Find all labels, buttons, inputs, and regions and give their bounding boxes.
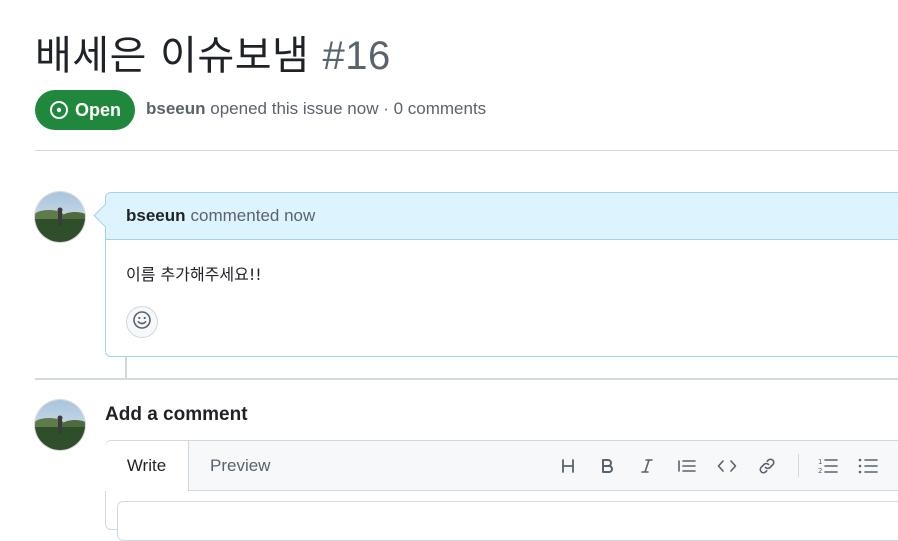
comment-header: bseeun commented now [106, 193, 898, 240]
issue-author-link[interactable]: bseeun [146, 99, 206, 118]
comment-textarea[interactable] [117, 501, 898, 541]
issue-meta-text: opened this issue now · 0 comments [210, 99, 487, 118]
tab-preview[interactable]: Preview [210, 441, 270, 490]
tab-write[interactable]: Write [105, 441, 189, 491]
heading-icon[interactable] [555, 453, 581, 479]
quote-icon[interactable] [674, 453, 700, 479]
bold-icon[interactable] [594, 453, 620, 479]
issue-opened-icon [49, 100, 69, 120]
header-divider [35, 150, 898, 151]
code-icon[interactable] [714, 453, 740, 479]
add-comment-heading: Add a comment [105, 404, 248, 425]
svg-text:2: 2 [818, 467, 822, 475]
comment-author-link[interactable]: bseeun [126, 206, 186, 226]
ordered-list-icon[interactable]: 12 [815, 453, 841, 479]
issue-meta: bseeun opened this issue now · 0 comment… [146, 99, 486, 119]
editor-header: Write Preview 12 [105, 441, 898, 491]
timeline-divider [35, 378, 898, 380]
comment-body: 이름 추가해주세요!! [126, 265, 262, 284]
comment-time[interactable]: commented now [191, 206, 316, 226]
issue-state-label: Open [74, 99, 121, 120]
issue-title: 배세은 이슈보냄 #16 [35, 30, 391, 82]
unordered-list-icon[interactable] [855, 453, 881, 479]
timeline-line [125, 357, 127, 378]
avatar[interactable] [35, 192, 85, 242]
italic-icon[interactable] [634, 453, 660, 479]
comment-editor: Write Preview 12 [105, 440, 898, 541]
svg-text:1: 1 [818, 458, 822, 466]
smiley-icon [132, 310, 152, 335]
link-icon[interactable] [754, 453, 780, 479]
issue-state-badge: Open [35, 90, 135, 130]
toolbar-separator [798, 454, 799, 477]
add-reaction-button[interactable] [126, 306, 158, 338]
issue-number: #16 [322, 34, 391, 78]
comment-card: bseeun commented now 이름 추가해주세요!! [93, 192, 898, 357]
issue-title-text: 배세은 이슈보냄 [35, 33, 310, 79]
avatar[interactable] [35, 400, 85, 450]
